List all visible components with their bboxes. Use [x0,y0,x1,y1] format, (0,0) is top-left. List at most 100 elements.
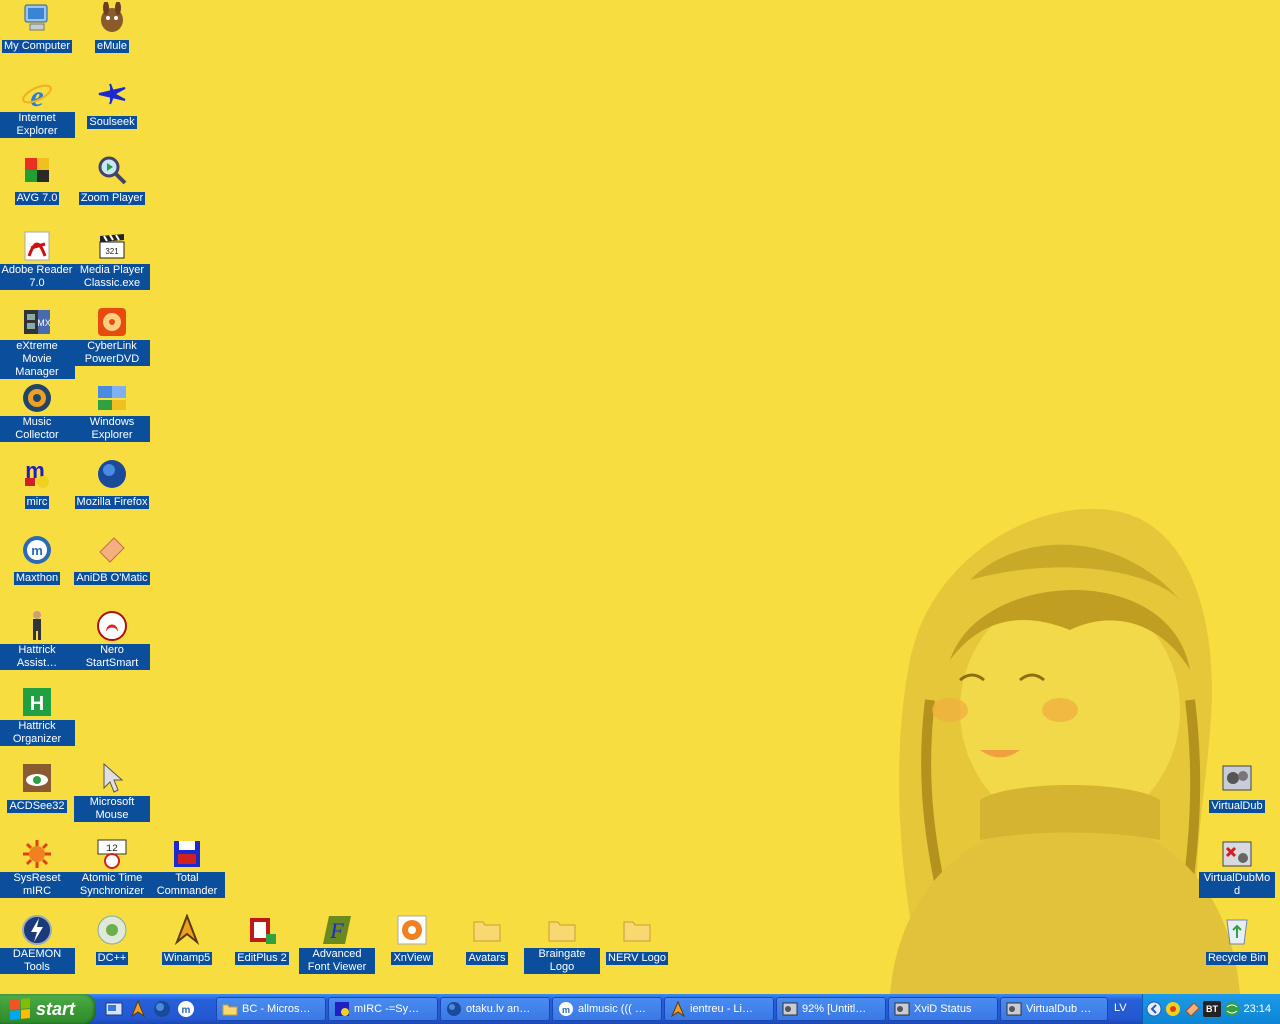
wallpaper-anime-girl [890,508,1240,994]
desktop-icon-soulseek[interactable]: Soulseek [74,78,150,130]
desktop-icon-virtualdub[interactable]: VirtualDub [1199,762,1275,814]
taskbar-task[interactable]: otaku.lv an… [440,997,550,1021]
task-label: otaku.lv an… [466,1003,531,1015]
person-icon [21,610,53,642]
taskbar-task[interactable]: VirtualDub … [1000,997,1108,1021]
firefox-icon[interactable] [152,999,172,1019]
taskbar-task[interactable]: 92% [Untitl… [776,997,886,1021]
icon-label: Music Collector [0,416,75,442]
taskbar-task[interactable]: BC - Micros… [216,997,326,1021]
desktop-icon-adobe-reader[interactable]: Adobe Reader 7.0 [0,230,75,291]
desktop-icon-advanced-font-viewer[interactable]: F Advanced Font Viewer [299,914,375,975]
icon-label: Winamp5 [161,952,213,965]
virtualdub-icon [1006,1001,1022,1017]
desktop-icon-mozilla-firefox[interactable]: Mozilla Firefox [74,458,150,510]
desktop-icon-sysreset-mirc[interactable]: SysReset mIRC [0,838,75,899]
icon-label: NERV Logo [606,952,668,965]
recycle-bin-icon [1221,914,1253,946]
task-label: 92% [Untitl… [802,1003,867,1015]
virtualdub-icon [1221,762,1253,794]
soulseek-icon [96,78,128,110]
desktop-icon-zoom-player[interactable]: Zoom Player [74,154,150,206]
icon-label: Braingate Logo [524,948,600,974]
taskbar-task[interactable]: mIRC -=Sy… [328,997,438,1021]
dcpp-icon [96,914,128,946]
desktop-icon-my-computer[interactable]: My Computer [0,2,75,54]
desktop-icon-hattrick-organizer[interactable]: H Hattrick Organizer [0,686,75,747]
desktop-icon-braingate-logo-folder[interactable]: Braingate Logo [524,914,600,975]
taskbar-task[interactable]: ientreu - Li… [664,997,774,1021]
xnview-icon [396,914,428,946]
taskbar-task[interactable]: m allmusic ((( … [552,997,662,1021]
desktop-icon-avg[interactable]: AVG 7.0 [0,154,75,206]
editplus-icon [246,914,278,946]
language-indicator[interactable]: LV [1114,1002,1127,1014]
icon-label: DAEMON Tools [0,948,75,974]
desktop-icon-microsoft-mouse[interactable]: Microsoft Mouse [74,762,150,823]
maxthon-icon[interactable]: m [176,999,196,1019]
icon-label: Media Player Classic.exe [74,264,150,290]
network-globe-icon[interactable] [1224,1001,1240,1017]
winamp-icon [670,1001,686,1017]
bittorrent-icon[interactable]: BT [1203,1001,1221,1017]
desktop-icon-emule[interactable]: eMule [74,2,150,54]
desktop-icon-anidb-omatic[interactable]: AniDB O'Matic [74,534,150,586]
desktop-icon-xnview[interactable]: XnView [374,914,450,966]
desktop-icon-total-commander[interactable]: Total Commander [149,838,225,899]
icon-label: XnView [391,952,433,965]
mirc-icon: m [21,458,53,490]
desktop[interactable]: My Computer eMule e Internet Explorer So… [0,0,1280,994]
icon-label: mirc [24,496,50,509]
task-label: ientreu - Li… [690,1003,753,1015]
desktop-icon-cyberlink-powerdvd[interactable]: CyberLink PowerDVD [74,306,150,367]
desktop-icon-hattrick-assistant[interactable]: Hattrick Assist… [0,610,75,671]
desktop-icon-editplus2[interactable]: EditPlus 2 [224,914,300,966]
icon-label: Hattrick Organizer [0,720,75,746]
desktop-icon-dcpp[interactable]: DC++ [74,914,150,966]
folder-icon [222,1001,238,1017]
desktop-icon-winamp5[interactable]: Winamp5 [149,914,225,966]
desktop-icon-nero-startsmart[interactable]: Nero StartSmart [74,610,150,671]
desktop-icon-atomic-time-synchronizer[interactable]: 12 Atomic Time Synchronizer [74,838,150,899]
svg-text:MX: MX [37,318,51,328]
mouse-pointer-icon [96,762,128,794]
icon-label: eXtreme Movie Manager [0,340,75,379]
icon-label: ACDSee32 [7,800,67,813]
desktop-icon-windows-explorer[interactable]: Windows Explorer [74,382,150,443]
desktop-icon-daemon-tools[interactable]: DAEMON Tools [0,914,75,975]
desktop-icon-avatars-folder[interactable]: Avatars [449,914,525,966]
icon-label: My Computer [1,40,73,53]
icon-label: Internet Explorer [0,112,75,138]
desktop-icon-acdsee32[interactable]: ACDSee32 [0,762,75,814]
desktop-icon-maxthon[interactable]: m Maxthon [0,534,75,586]
font-viewer-icon: F [321,914,353,946]
daemon-tools-icon [21,914,53,946]
windows-explorer-icon [96,382,128,414]
desktop-icon-internet-explorer[interactable]: e Internet Explorer [0,78,75,139]
atomic-clock-icon: 12 [96,838,128,870]
desktop-icon-virtualdubmod[interactable]: VirtualDubMod [1199,838,1275,899]
show-desktop-icon[interactable] [104,999,124,1019]
icon-label: EditPlus 2 [235,952,289,965]
svg-text:m: m [182,1005,191,1016]
tray-arrow-icon[interactable] [1146,1001,1162,1017]
desktop-icon-recycle-bin[interactable]: Recycle Bin [1199,914,1275,966]
desktop-icon-extreme-movie-manager[interactable]: MX eXtreme Movie Manager [0,306,75,380]
icon-label: Microsoft Mouse [74,796,150,822]
clock[interactable]: 23:14 [1243,1003,1271,1015]
desktop-icon-nerv-logo-folder[interactable]: NERV Logo [599,914,675,966]
sysreset-icon [21,838,53,870]
task-label: XviD Status [914,1003,972,1015]
winamp-icon[interactable] [128,999,148,1019]
desktop-icon-media-player-classic[interactable]: 321 Media Player Classic.exe [74,230,150,291]
tray-media-icon[interactable] [1165,1001,1181,1017]
tray-anidb-icon[interactable] [1184,1001,1200,1017]
icon-label: Adobe Reader 7.0 [0,264,75,290]
computer-icon [21,2,53,34]
quick-launch: m [104,999,196,1019]
emule-icon [96,2,128,34]
desktop-icon-music-collector[interactable]: Music Collector [0,382,75,443]
start-button[interactable]: start [0,994,96,1024]
taskbar-task[interactable]: XviD Status [888,997,998,1021]
desktop-icon-mirc[interactable]: m mirc [0,458,75,510]
